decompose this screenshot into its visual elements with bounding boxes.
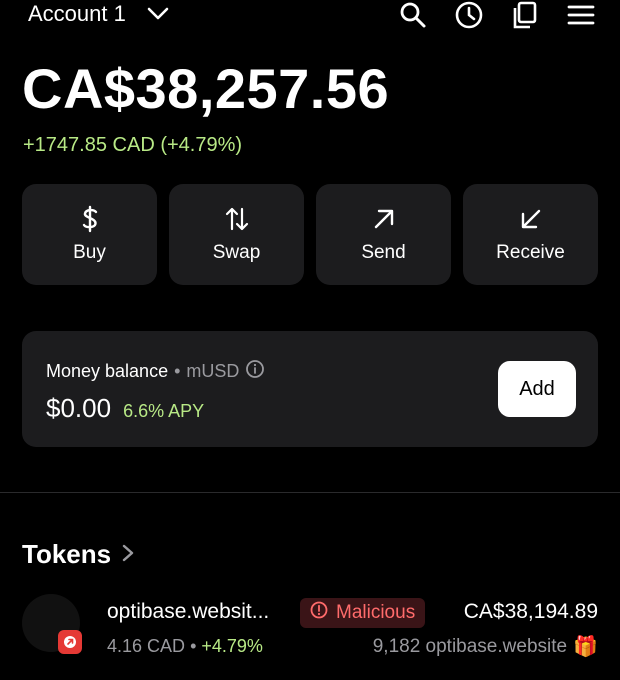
warning-icon [310, 601, 328, 625]
balance-change: +1747.85 CAD (+4.79%) [23, 134, 243, 156]
malicious-label: Malicious [336, 602, 416, 623]
send-label: Send [361, 241, 406, 263]
dollar-icon [77, 205, 103, 232]
divider [0, 492, 620, 493]
send-button[interactable]: Send [316, 184, 451, 285]
account-selector[interactable]: Account 1 [28, 1, 170, 27]
chevron-down-icon [146, 6, 170, 22]
buy-button[interactable]: Buy [22, 184, 157, 285]
token-value: CA$38,194.89 [463, 600, 598, 623]
swap-icon [224, 206, 250, 232]
token-name: optibase.websit... [107, 600, 270, 623]
money-balance-label: Money balance [46, 361, 169, 381]
buy-label: Buy [73, 241, 106, 263]
token-price-row: 4.16 CAD • +4.79% [107, 636, 263, 657]
info-icon[interactable] [245, 359, 265, 384]
token-price: 4.16 CAD [107, 636, 186, 656]
header: Account 1 [0, 0, 620, 34]
gift-icon: 🎁 [573, 636, 598, 658]
menu-icon[interactable] [566, 0, 596, 30]
copy-icon[interactable] [510, 0, 540, 30]
add-button[interactable]: Add [498, 361, 576, 417]
receive-label: Receive [496, 241, 565, 263]
network-badge-icon [58, 630, 82, 654]
swap-label: Swap [212, 241, 261, 263]
receive-button[interactable]: Receive [463, 184, 598, 285]
money-amount: $0.00 [46, 393, 112, 423]
separator: • [174, 361, 181, 381]
swap-button[interactable]: Swap [169, 184, 304, 285]
malicious-badge[interactable]: Malicious [300, 598, 426, 628]
arrow-down-left-icon [518, 206, 544, 232]
token-quantity-row: 9,182 optibase.website 🎁 [373, 634, 598, 659]
token-row[interactable]: optibase.websit... Malicious CA$38,194.8… [22, 594, 598, 664]
token-quantity: 9,182 optibase.website [372, 635, 568, 657]
history-icon[interactable] [454, 0, 484, 30]
tokens-title: Tokens [22, 539, 112, 569]
action-buttons: Buy Swap Send Receive [22, 184, 598, 285]
account-name: Account 1 [28, 1, 126, 26]
chevron-right-icon [121, 539, 135, 570]
search-icon[interactable] [398, 0, 428, 30]
money-balance-card[interactable]: Money balance • mUSD $0.00 6.6% APY Add [22, 331, 598, 447]
total-balance: CA$38,257.56 [22, 57, 390, 120]
tokens-header[interactable]: Tokens [22, 539, 135, 570]
separator: • [190, 636, 197, 656]
money-currency: mUSD [186, 361, 240, 381]
money-balance-title: Money balance • mUSD [46, 359, 265, 384]
money-amount-row: $0.00 6.6% APY [46, 393, 204, 424]
arrow-up-right-icon [371, 206, 397, 232]
token-change: +4.79% [201, 636, 263, 656]
money-apy: 6.6% APY [123, 401, 205, 421]
